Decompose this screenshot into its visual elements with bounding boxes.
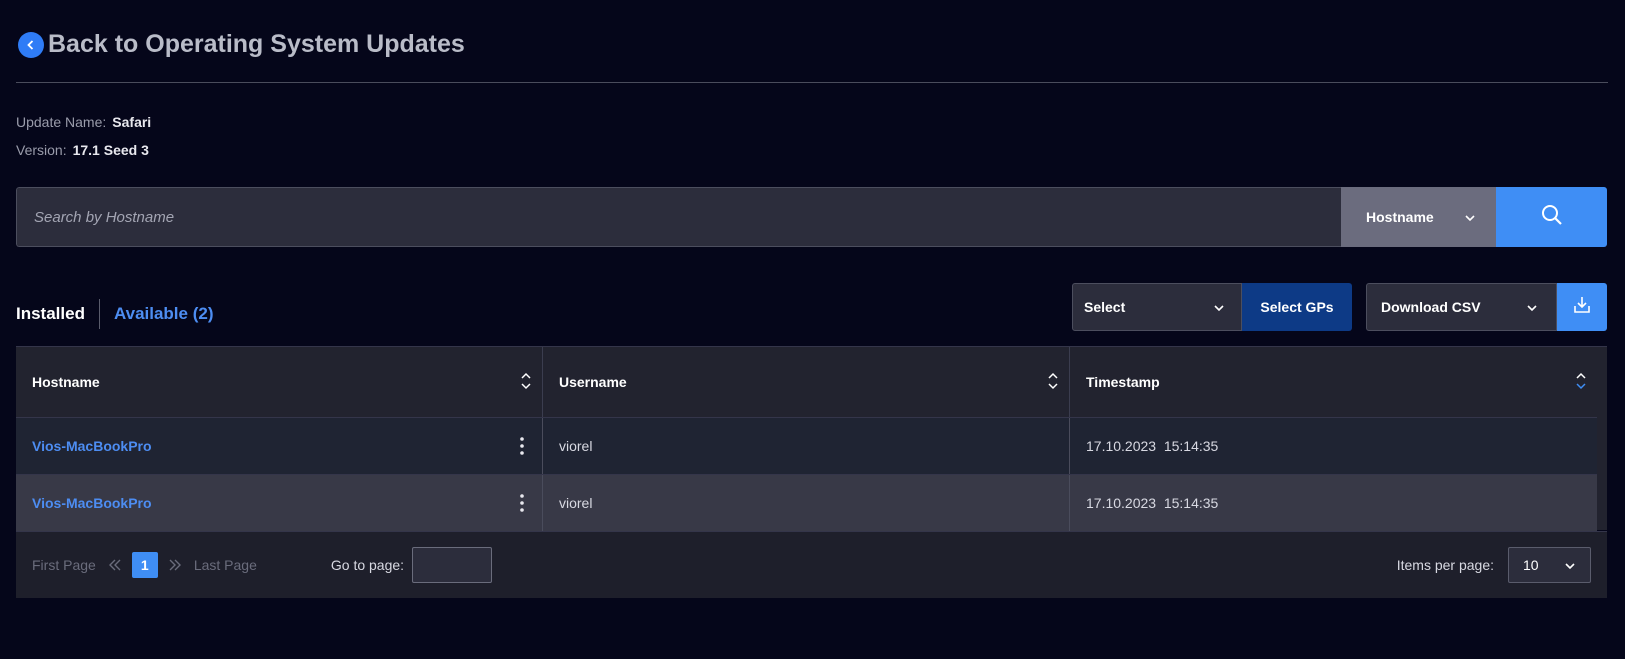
tab-installed[interactable]: Installed <box>16 304 99 324</box>
update-name-label: Update Name: <box>16 114 107 130</box>
header-divider <box>16 82 1608 83</box>
update-name-row: Update Name: Safari <box>16 114 151 130</box>
search-field-value: Hostname <box>1366 209 1434 225</box>
back-link[interactable]: Back to Operating System Updates <box>18 30 465 59</box>
chevron-left-icon <box>18 31 44 58</box>
items-per-page-label: Items per page: <box>1396 557 1494 573</box>
pagination: First Page 1 Last Page Go to page: Items… <box>16 531 1607 598</box>
select-gps-button[interactable]: Select GPs <box>1242 283 1352 331</box>
select-dropdown[interactable]: Select <box>1072 283 1242 331</box>
version-value: 17.1 Seed 3 <box>72 142 149 158</box>
search-input[interactable] <box>32 207 1341 227</box>
select-dropdown-label: Select <box>1084 299 1126 315</box>
tabs: Installed Available (2) <box>16 298 214 330</box>
sort-icon <box>520 371 532 394</box>
sort-icon <box>1047 371 1059 394</box>
column-header-timestamp[interactable]: Timestamp <box>1070 347 1607 417</box>
search-icon <box>1540 203 1564 232</box>
username-cell: viorel <box>543 418 1070 474</box>
search-field-dropdown[interactable]: Hostname <box>1341 187 1496 247</box>
items-per-page-dropdown[interactable]: 10 <box>1508 547 1591 583</box>
username-cell: viorel <box>543 475 1070 531</box>
first-page-link[interactable]: First Page <box>32 557 96 573</box>
update-name-value: Safari <box>112 114 152 130</box>
kebab-menu-icon[interactable] <box>514 494 530 512</box>
hostname-cell: Vios-MacBookPro <box>16 475 543 531</box>
chevron-down-icon <box>1213 299 1225 315</box>
table-row: Vios-MacBookPro viorel 17.10.2023 15:14:… <box>16 417 1597 474</box>
chevron-down-icon <box>1526 299 1538 315</box>
updates-table: Hostname Username Timestamp Vios-MacBook… <box>16 346 1607 598</box>
page-number-current[interactable]: 1 <box>131 552 158 578</box>
download-icon <box>1572 295 1592 320</box>
chevron-down-icon <box>1564 557 1576 573</box>
version-row: Version: 17.1 Seed 3 <box>16 142 149 158</box>
double-chevron-right-icon[interactable] <box>168 558 182 572</box>
table-header: Hostname Username Timestamp <box>16 346 1607 417</box>
table-scrollbar[interactable] <box>1597 417 1607 530</box>
page-title: Back to Operating System Updates <box>48 30 465 58</box>
last-page-link[interactable]: Last Page <box>194 557 257 573</box>
table-row: Vios-MacBookPro viorel 17.10.2023 15:14:… <box>16 474 1597 531</box>
timestamp-cell: 17.10.2023 15:14:35 <box>1086 438 1219 454</box>
kebab-menu-icon[interactable] <box>514 437 530 455</box>
download-csv-label: Download CSV <box>1381 299 1481 315</box>
column-header-label: Username <box>559 374 627 390</box>
go-to-page-label: Go to page: <box>330 557 405 573</box>
column-header-username[interactable]: Username <box>543 347 1070 417</box>
search-input-wrapper <box>16 187 1341 247</box>
hostname-cell: Vios-MacBookPro <box>16 418 543 474</box>
go-to-page-input[interactable] <box>412 547 493 583</box>
chevron-down-icon <box>1464 209 1476 225</box>
double-chevron-left-icon[interactable] <box>108 558 122 572</box>
timestamp-cell: 17.10.2023 15:14:35 <box>1086 495 1219 511</box>
download-csv-dropdown[interactable]: Download CSV <box>1366 283 1557 331</box>
column-header-label: Hostname <box>32 374 100 390</box>
sort-icon <box>1575 371 1587 394</box>
hostname-link[interactable]: Vios-MacBookPro <box>32 438 152 454</box>
column-header-label: Timestamp <box>1086 374 1160 390</box>
version-label: Version: <box>16 142 67 158</box>
items-per-page-value: 10 <box>1523 557 1539 573</box>
column-header-hostname[interactable]: Hostname <box>16 347 543 417</box>
tab-available[interactable]: Available (2) <box>100 304 214 324</box>
search-bar: Hostname <box>16 187 1607 247</box>
hostname-link[interactable]: Vios-MacBookPro <box>32 495 152 511</box>
search-button[interactable] <box>1496 187 1607 247</box>
download-button[interactable] <box>1557 283 1607 331</box>
